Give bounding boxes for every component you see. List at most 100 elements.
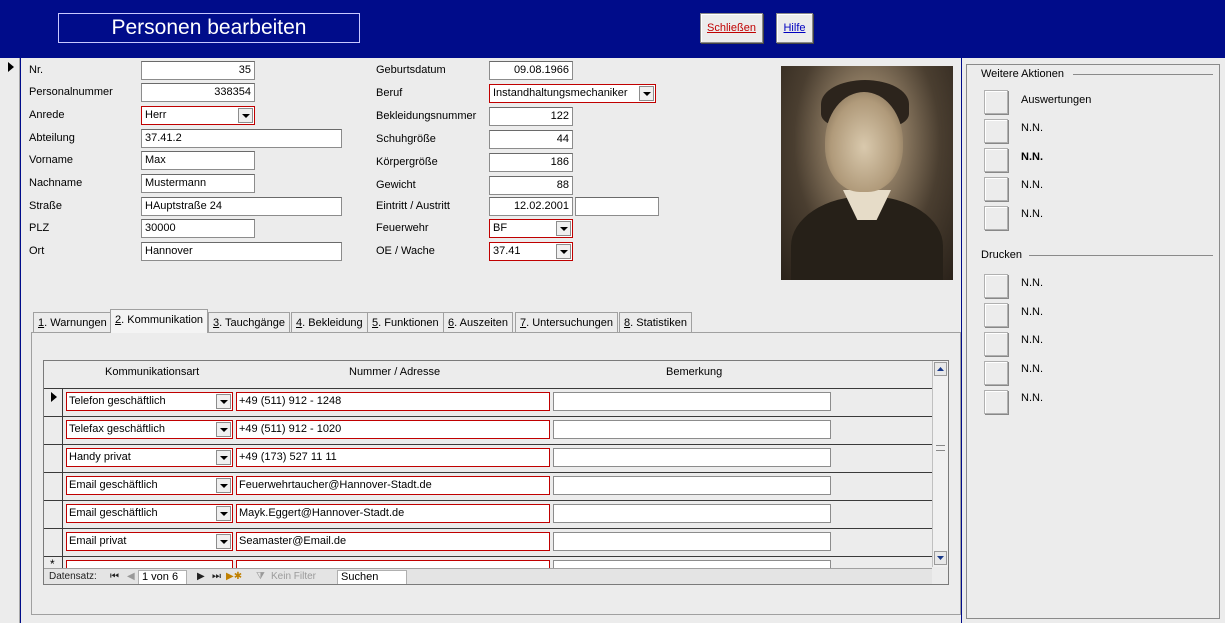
- nummer-field[interactable]: +49 (511) 912 - 1248: [236, 392, 550, 411]
- tab-bekleidung[interactable]: 4. Bekleidung: [291, 312, 368, 333]
- tab-warnungen[interactable]: 1. Warnungen: [33, 312, 112, 333]
- record-navigation: Datensatz: ⏮ ◀ 1 von 6 ▶ ⏭ ▶✱ ⧩ Kein Fil…: [44, 568, 932, 584]
- scroll-up-button[interactable]: [934, 362, 947, 376]
- austritt-field[interactable]: [575, 197, 659, 216]
- first-record-icon[interactable]: ⏮: [110, 571, 119, 582]
- chevron-down-icon[interactable]: [216, 506, 231, 521]
- record-position-field[interactable]: 1 von 6: [138, 570, 187, 584]
- scroll-down-button[interactable]: [934, 551, 947, 565]
- tab-statistiken[interactable]: 8. Statistiken: [619, 312, 692, 333]
- art-select[interactable]: Handy privat: [66, 448, 233, 467]
- auswertungen-button[interactable]: [984, 90, 1008, 114]
- abteilung-field[interactable]: 37.41.2: [141, 129, 342, 148]
- eintritt-field[interactable]: 12.02.2001: [489, 197, 573, 216]
- nummer-field[interactable]: Feuerwehrtaucher@Hannover-Stadt.de: [236, 476, 550, 495]
- bemerkung-field[interactable]: [553, 476, 831, 495]
- schuhgroesse-label: Schuhgröße: [376, 133, 436, 145]
- nummer-field[interactable]: Mayk.Eggert@Hannover-Stadt.de: [236, 504, 550, 523]
- koerpergroesse-label: Körpergröße: [376, 156, 438, 168]
- chevron-down-icon[interactable]: [216, 422, 231, 437]
- anrede-select[interactable]: Herr: [141, 106, 255, 125]
- bemerkung-field[interactable]: [553, 392, 831, 411]
- column-header-nummer[interactable]: Nummer / Adresse: [349, 366, 440, 378]
- action-label-2: N.N.: [1021, 122, 1043, 134]
- chevron-down-icon[interactable]: [216, 394, 231, 409]
- vorname-field[interactable]: Max: [141, 151, 255, 170]
- chevron-down-icon[interactable]: [216, 534, 231, 549]
- art-select[interactable]: Email geschäftlich: [66, 504, 233, 523]
- geburtsdatum-field[interactable]: 09.08.1966: [489, 61, 573, 80]
- action-button-4[interactable]: [984, 177, 1008, 201]
- wache-select[interactable]: 37.41: [489, 242, 573, 261]
- chevron-down-icon[interactable]: [556, 221, 571, 236]
- bemerkung-field[interactable]: [553, 504, 831, 523]
- last-record-icon[interactable]: ⏭: [212, 571, 221, 582]
- vertical-scrollbar[interactable]: [932, 361, 948, 567]
- nummer-field[interactable]: +49 (511) 912 - 1020: [236, 420, 550, 439]
- column-header-kommunikationsart[interactable]: Kommunikationsart: [105, 366, 199, 378]
- action-button-3[interactable]: [984, 148, 1008, 172]
- art-value: Telefax geschäftlich: [69, 423, 165, 435]
- print-button-2[interactable]: [984, 303, 1008, 327]
- ort-field[interactable]: Hannover: [141, 242, 342, 261]
- strasse-field[interactable]: HAuptstraße 24: [141, 197, 342, 216]
- new-record-icon[interactable]: ▶✱: [226, 571, 242, 582]
- column-header-bemerkung[interactable]: Bemerkung: [666, 366, 722, 378]
- person-photo: [781, 66, 953, 280]
- bekleidungsnummer-field[interactable]: 122: [489, 107, 573, 126]
- beruf-value: Instandhaltungsmechaniker: [493, 87, 628, 99]
- chevron-down-icon[interactable]: [216, 478, 231, 493]
- chevron-down-icon[interactable]: [216, 450, 231, 465]
- search-input[interactable]: Suchen: [337, 570, 407, 584]
- bemerkung-field[interactable]: [553, 448, 831, 467]
- row-divider: [44, 416, 934, 417]
- row-divider: [44, 500, 934, 501]
- beruf-label: Beruf: [376, 87, 403, 99]
- bemerkung-field[interactable]: [553, 420, 831, 439]
- tab-funktionen[interactable]: 5. Funktionen: [367, 312, 444, 333]
- tab-untersuchungen[interactable]: 7. Untersuchungen: [515, 312, 618, 333]
- action-button-5[interactable]: [984, 206, 1008, 230]
- chevron-down-icon[interactable]: [556, 244, 571, 259]
- koerpergroesse-field[interactable]: 186: [489, 153, 573, 172]
- feuerwehr-select[interactable]: BF: [489, 219, 573, 238]
- nachname-field[interactable]: Mustermann: [141, 174, 255, 193]
- art-value: Email geschäftlich: [69, 479, 158, 491]
- personalnummer-field[interactable]: 338354: [141, 83, 255, 102]
- art-select[interactable]: Email geschäftlich: [66, 476, 233, 495]
- row-selector-column[interactable]: [44, 388, 63, 568]
- plz-field[interactable]: 30000: [141, 219, 255, 238]
- nummer-field[interactable]: +49 (173) 527 11 11: [236, 448, 550, 467]
- nr-field[interactable]: 35: [141, 61, 255, 80]
- art-select[interactable]: Telefax geschäftlich: [66, 420, 233, 439]
- arrow-up-icon: [937, 367, 944, 371]
- beruf-select[interactable]: Instandhaltungsmechaniker: [489, 84, 656, 103]
- gewicht-field[interactable]: 88: [489, 176, 573, 195]
- close-button[interactable]: Schließen: [700, 13, 763, 43]
- previous-record-icon[interactable]: ◀: [127, 571, 135, 582]
- nummer-field[interactable]: Seamaster@Email.de: [236, 532, 550, 551]
- art-select[interactable]: Email privat: [66, 532, 233, 551]
- tab-kommunikation[interactable]: 2. Kommunikation: [110, 309, 209, 333]
- ort-label: Ort: [29, 245, 45, 257]
- plz-label: PLZ: [29, 222, 50, 234]
- filter-label[interactable]: Kein Filter: [271, 571, 316, 582]
- print-button-5[interactable]: [984, 390, 1008, 414]
- group-divider: [1029, 255, 1213, 256]
- help-button[interactable]: Hilfe: [776, 13, 813, 43]
- print-button-4[interactable]: [984, 361, 1008, 385]
- tab-auszeiten[interactable]: 6. Auszeiten: [443, 312, 513, 333]
- chevron-down-icon[interactable]: [639, 86, 654, 101]
- next-record-icon[interactable]: ▶: [197, 571, 205, 582]
- scroll-grip-icon[interactable]: [936, 445, 945, 451]
- tab-tauchgaenge[interactable]: 3. Tauchgänge: [208, 312, 290, 333]
- tab-label: . Tauchgänge: [219, 317, 285, 329]
- feuerwehr-label: Feuerwehr: [376, 222, 429, 234]
- art-select[interactable]: Telefon geschäftlich: [66, 392, 233, 411]
- print-button-1[interactable]: [984, 274, 1008, 298]
- schuhgroesse-field[interactable]: 44: [489, 130, 573, 149]
- print-button-3[interactable]: [984, 332, 1008, 356]
- action-button-2[interactable]: [984, 119, 1008, 143]
- bemerkung-field[interactable]: [553, 532, 831, 551]
- chevron-down-icon[interactable]: [238, 108, 253, 123]
